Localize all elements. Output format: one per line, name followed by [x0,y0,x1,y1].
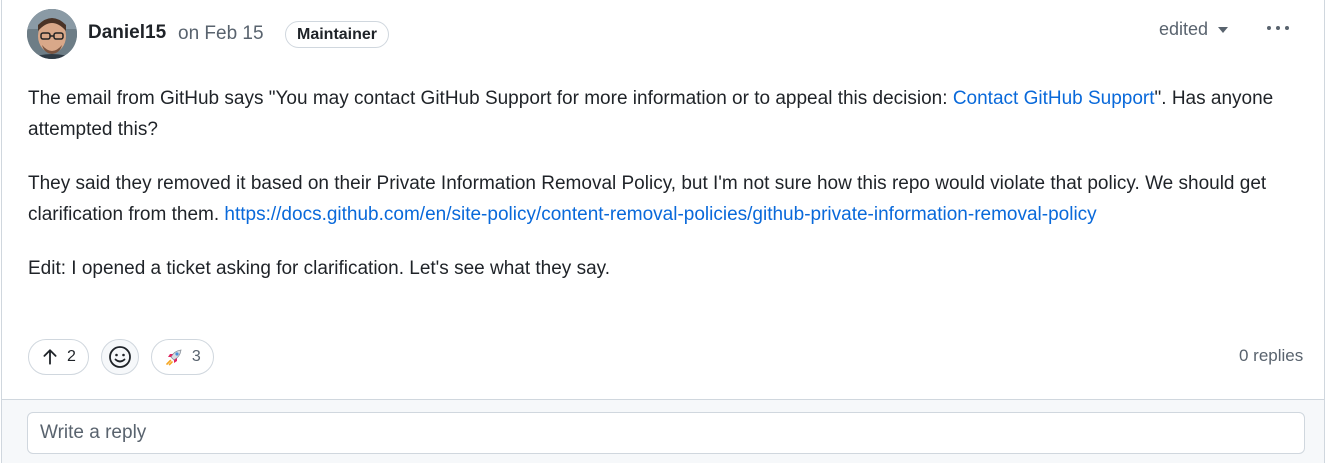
comment-date[interactable]: on Feb 15 [178,23,264,45]
arrow-up-icon [43,349,57,365]
maintainer-badge: Maintainer [285,21,390,48]
reactions-bar: 2 3 [28,339,214,375]
edited-dropdown[interactable]: edited [1159,19,1229,40]
paragraph-1: The email from GitHub says "You may cont… [28,84,1313,145]
author-avatar[interactable] [27,9,77,59]
upvote-button[interactable]: 2 [28,339,89,375]
rocket-reaction-button[interactable]: 3 [150,339,214,375]
paragraph-text: The email from GitHub says "You may cont… [28,88,953,109]
policy-link[interactable]: https://docs.github.com/en/site-policy/c… [224,204,1096,225]
caret-down-icon [1218,26,1229,33]
smiley-icon [109,346,131,368]
reply-input[interactable] [27,412,1305,454]
author-name[interactable]: Daniel15 [88,22,166,44]
paragraph-2: They said they removed it based on their… [28,169,1313,230]
rocket-icon [166,349,182,366]
comment-body: The email from GitHub says "You may cont… [28,84,1313,309]
kebab-horizontal-icon[interactable] [1261,13,1295,43]
contact-support-link[interactable]: Contact GitHub Support [953,88,1155,109]
replies-count: 0 replies [1239,346,1304,365]
edited-label: edited [1159,19,1209,39]
paragraph-3: Edit: I opened a ticket asking for clari… [28,258,611,279]
add-reaction-button[interactable] [100,339,139,375]
comment-header: Daniel15 on Feb 15 Maintainer edited [2,0,1324,70]
upvote-count: 2 [67,348,76,365]
avatar-photo-icon [27,9,77,59]
reply-area [2,399,1324,463]
discussion-comment: Daniel15 on Feb 15 Maintainer edited The… [1,0,1325,463]
rocket-count: 3 [191,348,201,365]
